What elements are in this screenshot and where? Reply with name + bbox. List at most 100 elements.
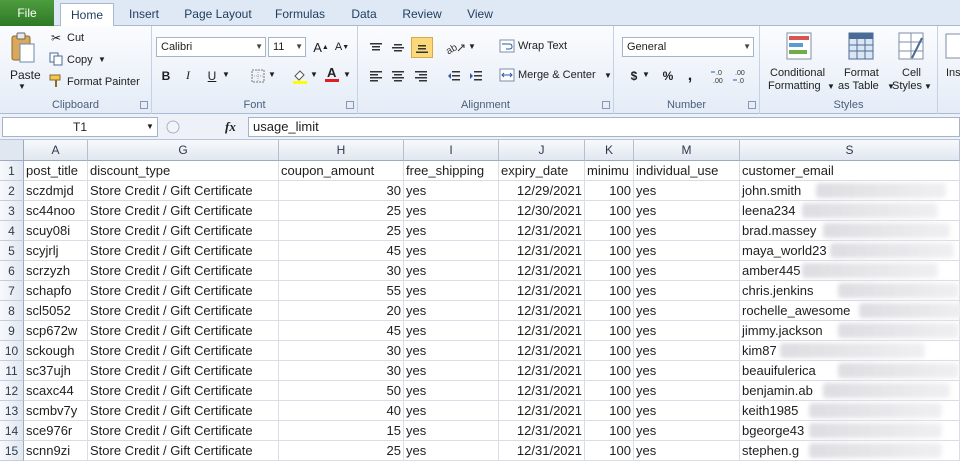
table-cell[interactable]: yes xyxy=(404,321,499,341)
table-cell[interactable]: yes xyxy=(634,401,740,421)
table-cell[interactable]: yes xyxy=(404,341,499,361)
cell-styles-label-2[interactable]: Styles xyxy=(892,80,922,92)
table-cell[interactable]: 15 xyxy=(279,421,404,441)
table-cell[interactable]: yes xyxy=(404,261,499,281)
table-cell[interactable]: Store Credit / Gift Certificate xyxy=(88,341,279,361)
table-cell[interactable]: Store Credit / Gift Certificate xyxy=(88,321,279,341)
table-cell[interactable]: 12/31/2021 xyxy=(499,421,585,441)
row-header[interactable]: 7 xyxy=(0,281,24,301)
comma-button[interactable]: , xyxy=(680,66,700,85)
cell-styles-label-1[interactable]: Cell xyxy=(902,67,921,79)
orientation-dropdown-icon[interactable]: ▼ xyxy=(468,42,476,51)
bold-button[interactable]: B xyxy=(156,66,176,85)
table-cell[interactable]: 100 xyxy=(585,221,634,241)
table-cell[interactable]: 12/31/2021 xyxy=(499,381,585,401)
orientation-icon[interactable]: ab xyxy=(444,38,468,57)
table-cell[interactable]: 30 xyxy=(279,341,404,361)
cut-icon[interactable]: ✂ xyxy=(48,30,64,46)
table-cell[interactable]: 100 xyxy=(585,261,634,281)
clipboard-launcher-icon[interactable]: . xyxy=(140,101,148,109)
table-cell[interactable]: 12/31/2021 xyxy=(499,221,585,241)
paste-dropdown-icon[interactable]: ▼ xyxy=(18,82,26,91)
tab-view[interactable]: View xyxy=(458,3,502,26)
name-box-dropdown-icon[interactable]: ▼ xyxy=(146,122,154,131)
row-header[interactable]: 2 xyxy=(0,181,24,201)
table-cell[interactable]: yes xyxy=(404,301,499,321)
table-cell[interactable]: scuy08i xyxy=(24,221,88,241)
table-cell[interactable]: 30 xyxy=(279,361,404,381)
wrap-text-button[interactable]: Wrap Text xyxy=(518,40,567,52)
increase-indent-icon[interactable] xyxy=(466,66,486,85)
table-cell[interactable]: 100 xyxy=(585,181,634,201)
column-header-m[interactable]: M xyxy=(634,140,740,161)
table-cell[interactable]: 100 xyxy=(585,201,634,221)
column-header-s[interactable]: S xyxy=(740,140,960,161)
table-cell[interactable]: yes xyxy=(634,301,740,321)
copy-button[interactable]: Copy xyxy=(67,54,93,66)
table-cell[interactable]: 100 xyxy=(585,361,634,381)
table-cell[interactable]: 12/30/2021 xyxy=(499,201,585,221)
tab-page-layout[interactable]: Page Layout xyxy=(178,3,258,26)
table-cell[interactable]: yes xyxy=(634,361,740,381)
table-cell[interactable]: 20 xyxy=(279,301,404,321)
table-cell[interactable]: yes xyxy=(404,401,499,421)
table-cell[interactable]: scmbv7y xyxy=(24,401,88,421)
cut-button[interactable]: Cut xyxy=(67,32,84,44)
table-cell[interactable]: 100 xyxy=(585,321,634,341)
table-cell[interactable]: 25 xyxy=(279,201,404,221)
table-cell[interactable]: scyjrlj xyxy=(24,241,88,261)
currency-dropdown-icon[interactable]: ▼ xyxy=(642,70,650,79)
conditional-formatting-dropdown-icon[interactable]: ▼ xyxy=(827,82,835,91)
decrease-decimal-icon[interactable]: .00.0 xyxy=(732,66,752,85)
font-color-icon[interactable]: A xyxy=(322,64,342,83)
copy-dropdown-icon[interactable]: ▼ xyxy=(98,55,106,64)
column-header-i[interactable]: I xyxy=(404,140,499,161)
table-cell[interactable]: yes xyxy=(404,241,499,261)
table-cell[interactable]: sc37ujh xyxy=(24,361,88,381)
row-header[interactable]: 9 xyxy=(0,321,24,341)
table-cell[interactable]: Store Credit / Gift Certificate xyxy=(88,421,279,441)
decrease-indent-icon[interactable] xyxy=(444,66,464,85)
table-cell[interactable]: 100 xyxy=(585,241,634,261)
table-cell[interactable]: 100 xyxy=(585,381,634,401)
fill-color-icon[interactable] xyxy=(290,66,310,85)
table-cell[interactable]: yes xyxy=(634,201,740,221)
table-cell[interactable]: 40 xyxy=(279,401,404,421)
tab-review[interactable]: Review xyxy=(394,3,450,26)
table-cell[interactable]: yes xyxy=(404,361,499,381)
increase-decimal-icon[interactable]: .0.00 xyxy=(710,66,730,85)
table-cell[interactable]: sc44noo xyxy=(24,201,88,221)
row-header[interactable]: 12 xyxy=(0,381,24,401)
font-name-select[interactable]: Calibri ▼ xyxy=(156,37,266,57)
table-cell[interactable]: yes xyxy=(404,381,499,401)
table-cell[interactable]: 55 xyxy=(279,281,404,301)
table-cell[interactable]: Store Credit / Gift Certificate xyxy=(88,261,279,281)
table-cell[interactable]: 50 xyxy=(279,381,404,401)
table-cell[interactable]: 12/31/2021 xyxy=(499,361,585,381)
borders-dropdown-icon[interactable]: ▼ xyxy=(268,70,276,79)
insert-cells-button[interactable]: Ins xyxy=(946,67,960,79)
cell-styles-dropdown-icon[interactable]: ▼ xyxy=(924,82,932,91)
italic-button[interactable]: I xyxy=(178,66,198,85)
formula-scroll-icon[interactable] xyxy=(164,118,182,136)
row-header[interactable]: 5 xyxy=(0,241,24,261)
table-cell[interactable]: sczdmjd xyxy=(24,181,88,201)
borders-icon[interactable] xyxy=(248,66,268,85)
table-cell[interactable]: 12/31/2021 xyxy=(499,241,585,261)
grow-font-icon[interactable]: A ▲ xyxy=(312,38,330,56)
table-cell[interactable]: sckough xyxy=(24,341,88,361)
table-cell[interactable]: scrzyzh xyxy=(24,261,88,281)
table-cell[interactable]: Store Credit / Gift Certificate xyxy=(88,281,279,301)
table-cell[interactable]: 45 xyxy=(279,241,404,261)
merge-center-dropdown-icon[interactable]: ▼ xyxy=(604,71,612,80)
tab-home[interactable]: Home xyxy=(60,3,114,27)
table-cell[interactable]: yes xyxy=(404,181,499,201)
table-cell[interactable]: 30 xyxy=(279,181,404,201)
tab-insert[interactable]: Insert xyxy=(118,3,170,26)
table-cell[interactable]: 100 xyxy=(585,281,634,301)
table-cell[interactable]: Store Credit / Gift Certificate xyxy=(88,201,279,221)
table-cell[interactable]: 45 xyxy=(279,321,404,341)
table-cell[interactable]: yes xyxy=(634,281,740,301)
align-right-icon[interactable] xyxy=(411,66,431,85)
table-cell[interactable]: yes xyxy=(634,421,740,441)
